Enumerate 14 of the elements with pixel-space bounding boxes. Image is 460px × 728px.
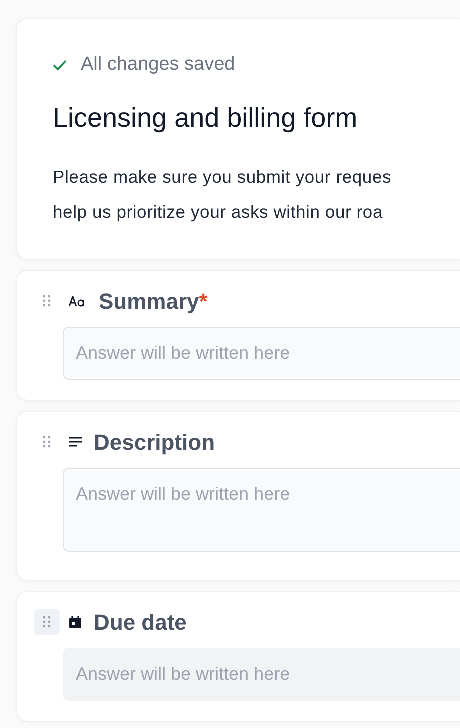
form-description-line: help us prioritize your asks within our roa xyxy=(53,201,383,224)
text-type-icon xyxy=(69,296,87,306)
answer-field[interactable]: Answer will be written here xyxy=(63,468,460,552)
drag-handle-icon[interactable] xyxy=(34,609,60,635)
question-label: Due date xyxy=(94,608,187,636)
form-title: Licensing and billing form xyxy=(53,102,359,135)
answer-field[interactable]: Answer will be written here xyxy=(63,327,460,380)
lines-icon xyxy=(69,437,82,447)
question-label: Description xyxy=(94,428,216,457)
question-label: Summary* xyxy=(99,288,208,316)
form-description-line: Please make sure you submit your reques xyxy=(53,166,392,189)
answer-field[interactable]: Answer will be written here xyxy=(63,648,460,701)
calendar-icon xyxy=(69,616,82,628)
save-status: All changes saved xyxy=(81,53,236,77)
